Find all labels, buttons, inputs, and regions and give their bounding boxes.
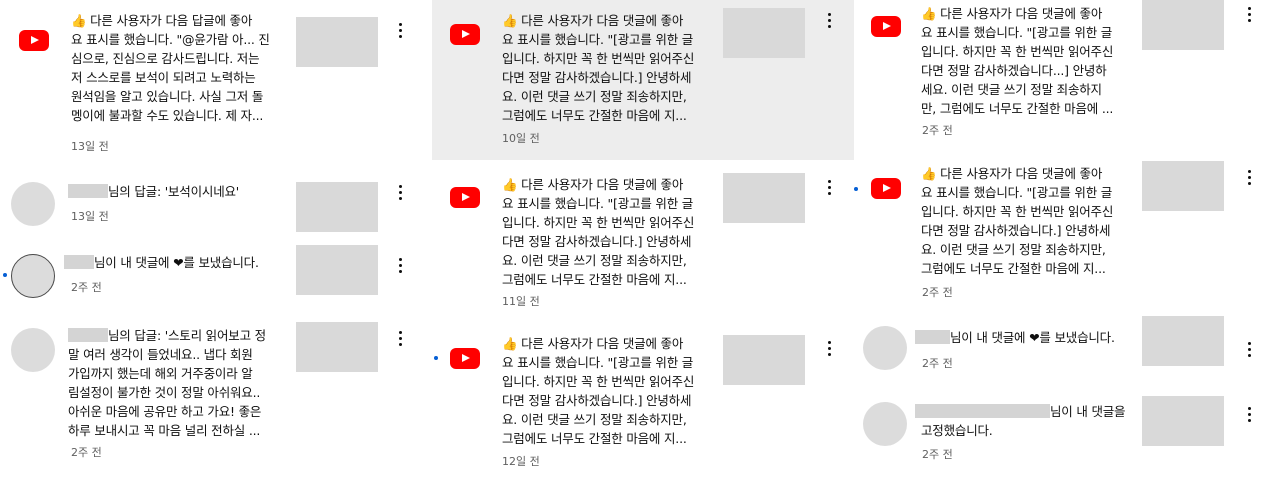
notification-time: 13일 전 <box>71 140 109 153</box>
notification-time: 12일 전 <box>502 455 540 468</box>
redacted-username <box>64 255 94 269</box>
avatar[interactable] <box>863 326 907 370</box>
more-vert-icon[interactable] <box>1243 4 1255 24</box>
more-vert-icon[interactable] <box>1243 167 1255 187</box>
unread-dot <box>854 187 858 191</box>
more-vert-icon[interactable] <box>823 177 835 197</box>
video-thumbnail[interactable] <box>723 173 805 223</box>
more-vert-icon[interactable] <box>823 338 835 358</box>
video-thumbnail[interactable] <box>723 335 805 385</box>
notification-text: 👍 다른 사용자가 다음 댓글에 좋아 요 표시를 했습니다. "[광고를 위한… <box>502 177 695 287</box>
notification-time: 13일 전 <box>71 210 109 223</box>
notification-time: 10일 전 <box>502 132 540 145</box>
video-thumbnail[interactable] <box>1142 396 1224 446</box>
youtube-logo-icon <box>450 24 480 45</box>
video-thumbnail[interactable] <box>296 17 378 67</box>
notification-item[interactable]: 님이 내 댓글을 고정했습니다. 2주 전 <box>862 388 1280 478</box>
notification-item[interactable]: 님이 내 댓글에 ❤를 보냈습니다. 2주 전 <box>0 240 422 300</box>
notification-text: 님이 내 댓글을 고정했습니다. <box>915 402 1140 440</box>
redacted-username <box>68 328 108 342</box>
redacted-username <box>915 330 950 344</box>
notification-item[interactable]: 👍 다른 사용자가 다음 댓글에 좋아 요 표시를 했습니다. "[광고를 위한… <box>432 0 854 160</box>
more-vert-icon[interactable] <box>1243 339 1255 359</box>
video-thumbnail[interactable] <box>1142 0 1224 50</box>
notification-item[interactable]: 님의 답글: '보석이시네요' 13일 전 <box>0 170 422 232</box>
notification-time: 2주 전 <box>922 448 953 461</box>
notification-column-3: 👍 다른 사용자가 다음 댓글에 좋아 요 표시를 했습니다. "[광고를 위한… <box>854 0 1280 482</box>
youtube-logo-icon <box>450 348 480 369</box>
notification-time: 2주 전 <box>71 446 102 459</box>
notification-time: 11일 전 <box>502 295 540 308</box>
notification-text: 👍 다른 사용자가 다음 댓글에 좋아 요 표시를 했습니다. "[광고를 위한… <box>921 6 1114 116</box>
redacted-username <box>915 404 1050 418</box>
avatar[interactable] <box>11 328 55 372</box>
heart-icon: ❤ <box>1029 330 1040 345</box>
notification-text: 님의 답글: '스토리 읽어보고 정 말 여러 생각이 들었네요.. 냅다 회원… <box>68 328 266 438</box>
notification-time: 2주 전 <box>922 357 953 370</box>
notification-time: 2주 전 <box>71 281 102 294</box>
video-thumbnail[interactable] <box>296 245 378 295</box>
more-vert-icon[interactable] <box>394 328 406 348</box>
video-thumbnail[interactable] <box>296 322 378 372</box>
youtube-logo-icon <box>19 30 49 51</box>
youtube-logo-icon <box>871 178 901 199</box>
notification-text: 👍 다른 사용자가 다음 댓글에 좋아 요 표시를 했습니다. "[광고를 위한… <box>502 13 695 123</box>
unread-dot <box>434 356 438 360</box>
notification-time: 2주 전 <box>922 286 953 299</box>
heart-icon: ❤ <box>173 255 184 270</box>
notification-text: 님이 내 댓글에 ❤를 보냈습니다. <box>915 328 1140 347</box>
video-thumbnail[interactable] <box>1142 316 1224 366</box>
notification-item[interactable]: 👍 다른 사용자가 다음 댓글에 좋아 요 표시를 했습니다. "[광고를 위한… <box>432 325 854 480</box>
notification-column-2: 👍 다른 사용자가 다음 댓글에 좋아 요 표시를 했습니다. "[광고를 위한… <box>432 0 854 482</box>
notification-item[interactable]: 👍 다른 사용자가 다음 댓글에 좋아 요 표시를 했습니다. "[광고를 위한… <box>854 155 1280 305</box>
notification-text: 👍 다른 사용자가 다음 댓글에 좋아 요 표시를 했습니다. "[광고를 위한… <box>502 336 695 446</box>
unread-dot <box>3 273 7 277</box>
notification-time: 2주 전 <box>922 124 953 137</box>
video-thumbnail[interactable] <box>723 8 805 58</box>
youtube-logo-icon <box>871 16 901 37</box>
notification-item[interactable]: 님이 내 댓글에 ❤를 보냈습니다. 2주 전 <box>862 312 1280 380</box>
notification-item[interactable]: 👍 다른 사용자가 다음 댓글에 좋아 요 표시를 했습니다. "[광고를 위한… <box>432 165 854 315</box>
notification-item[interactable]: 👍 다른 사용자가 다음 답글에 좋아 요 표시를 했습니다. "@윤가람 아.… <box>0 0 422 160</box>
notification-text: 👍 다른 사용자가 다음 답글에 좋아 요 표시를 했습니다. "@윤가람 아.… <box>71 13 270 123</box>
notification-item[interactable]: 👍 다른 사용자가 다음 댓글에 좋아 요 표시를 했습니다. "[광고를 위한… <box>862 0 1280 150</box>
notification-column-1: 👍 다른 사용자가 다음 답글에 좋아 요 표시를 했습니다. "@윤가람 아.… <box>0 0 422 482</box>
more-vert-icon[interactable] <box>394 182 406 202</box>
video-thumbnail[interactable] <box>296 182 378 232</box>
avatar[interactable] <box>11 254 55 298</box>
redacted-username <box>68 184 108 198</box>
notification-text: 👍 다른 사용자가 다음 댓글에 좋아 요 표시를 했습니다. "[광고를 위한… <box>921 166 1114 276</box>
notification-text: 님의 답글: '보석이시네요' <box>68 182 293 201</box>
avatar[interactable] <box>863 402 907 446</box>
video-thumbnail[interactable] <box>1142 161 1224 211</box>
avatar[interactable] <box>11 182 55 226</box>
more-vert-icon[interactable] <box>823 10 835 30</box>
more-vert-icon[interactable] <box>394 255 406 275</box>
notification-item[interactable]: 님의 답글: '스토리 읽어보고 정 말 여러 생각이 들었네요.. 냅다 회원… <box>0 310 422 470</box>
youtube-logo-icon <box>450 187 480 208</box>
more-vert-icon[interactable] <box>394 20 406 40</box>
notification-text: 님이 내 댓글에 ❤를 보냈습니다. <box>64 253 289 272</box>
more-vert-icon[interactable] <box>1243 404 1255 424</box>
